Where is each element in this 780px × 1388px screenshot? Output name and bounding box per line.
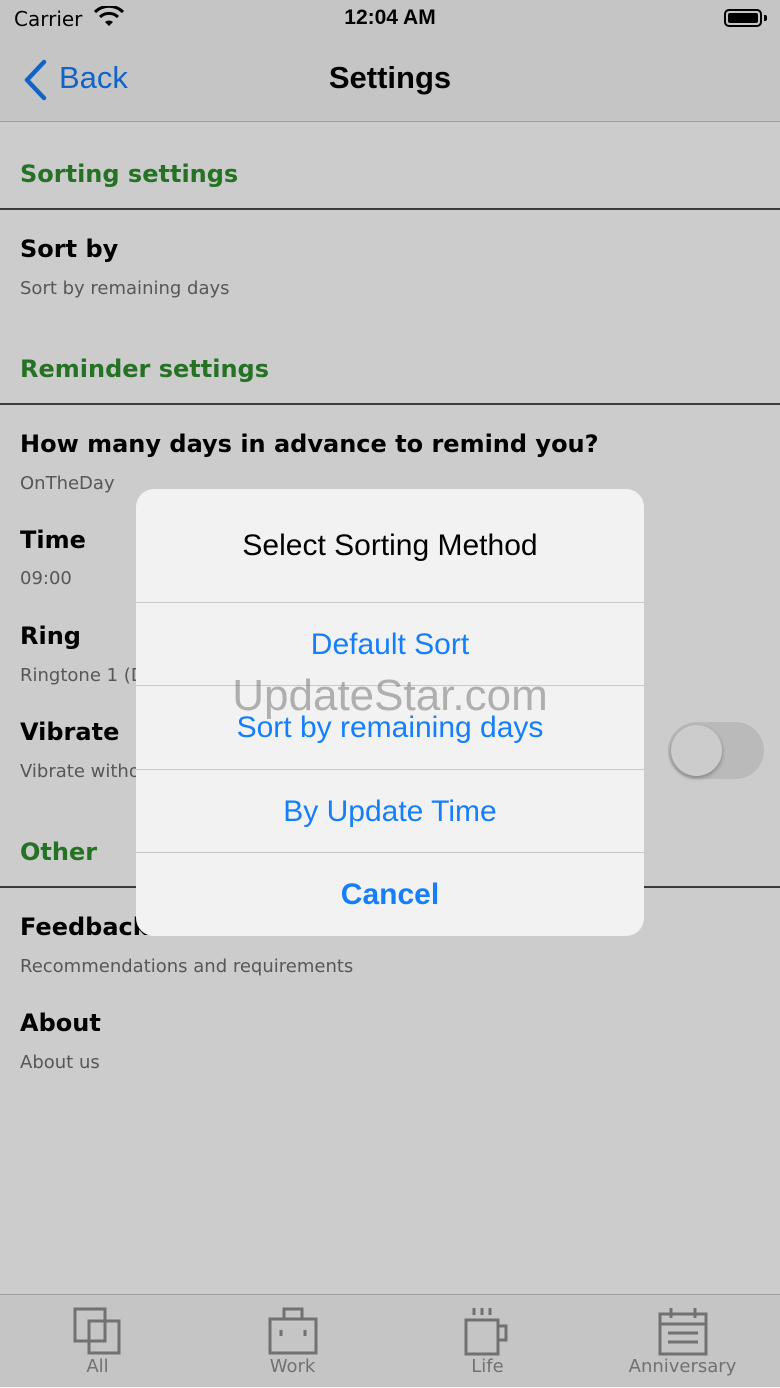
sort-by-remaining-days-button[interactable]: Sort by remaining days	[136, 685, 644, 769]
default-sort-button[interactable]: Default Sort	[136, 602, 644, 686]
sorting-method-alert: Select Sorting Method Default Sort Sort …	[136, 489, 644, 936]
by-update-time-button[interactable]: By Update Time	[136, 769, 644, 853]
alert-title: Select Sorting Method	[242, 529, 538, 562]
cancel-button[interactable]: Cancel	[136, 852, 644, 936]
